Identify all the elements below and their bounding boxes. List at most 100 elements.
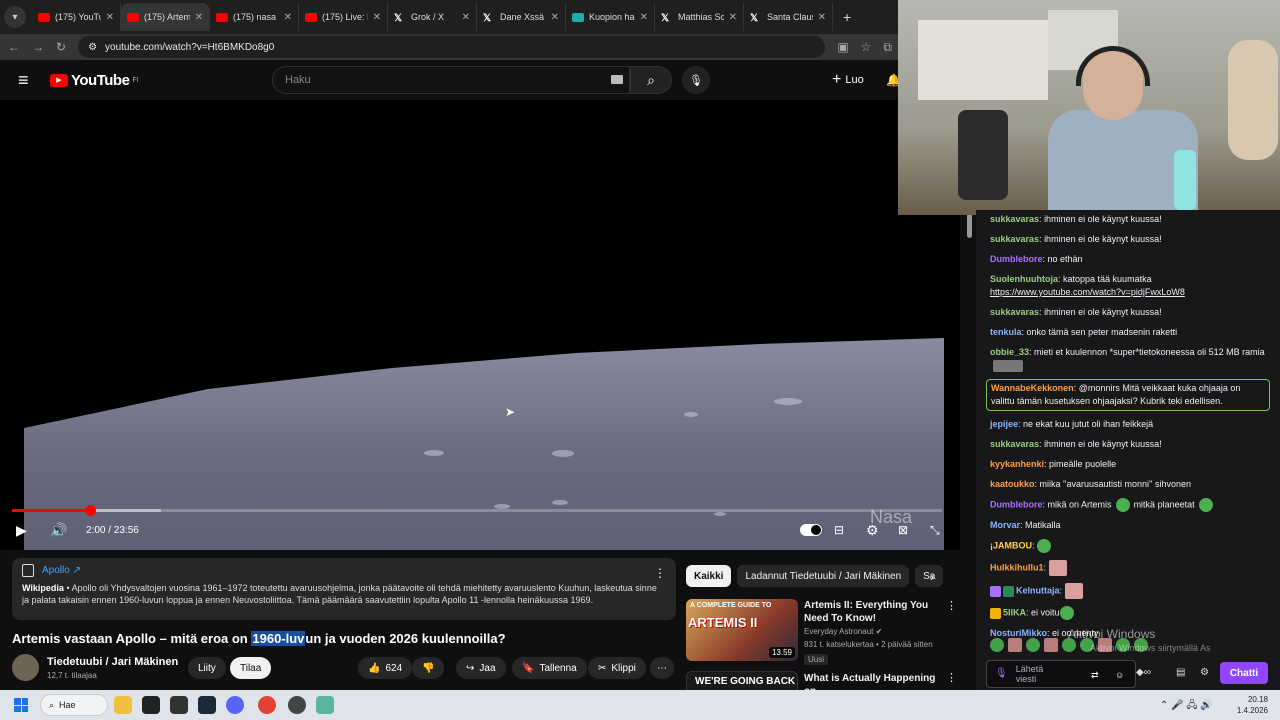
- chat-username[interactable]: Suolenhuuhtoja: [990, 274, 1058, 284]
- site-info-icon[interactable]: ⚙: [88, 42, 97, 53]
- join-button[interactable]: Liity: [188, 657, 226, 679]
- chat-username[interactable]: sukkavaras: [990, 439, 1039, 449]
- more-vert-icon[interactable]: ⋮: [654, 566, 666, 580]
- chat-username[interactable]: sukkavaras: [990, 307, 1039, 317]
- info-title-link[interactable]: Apollo ↗: [42, 565, 81, 576]
- extensions-icon[interactable]: ⧉: [883, 40, 892, 55]
- windows-start-icon[interactable]: [14, 698, 28, 712]
- browser-tab[interactable]: (175) Live: I ✕: [299, 3, 388, 31]
- browser-tab[interactable]: Kuopion ha ✕: [566, 3, 655, 31]
- chat-username[interactable]: obbie_33: [990, 347, 1029, 357]
- tab-search-button[interactable]: ▾: [4, 6, 26, 28]
- close-icon[interactable]: ✕: [195, 12, 203, 23]
- recommendation-item[interactable]: WE'RE GOING BACK What is Actually Happen…: [686, 671, 956, 690]
- like-button[interactable]: 👍 624: [358, 657, 413, 679]
- more-vert-icon[interactable]: ⋮: [946, 671, 956, 684]
- close-icon[interactable]: ✕: [106, 12, 114, 23]
- cast-icon[interactable]: ▣: [837, 40, 848, 54]
- chat-link[interactable]: https://www.youtube.com/watch?v=pidjFwxL…: [990, 287, 1185, 297]
- youtube-logo[interactable]: ▶ YouTube FI: [50, 72, 139, 89]
- chat-username[interactable]: kaatoukko: [990, 479, 1035, 489]
- filter-chip[interactable]: Ladannut Tiedetuubi / Jari Mäkinen: [737, 565, 910, 587]
- chat-username[interactable]: Dumblebore: [990, 499, 1043, 509]
- chat-username[interactable]: 5IIKA: [1003, 607, 1026, 617]
- create-button[interactable]: + Luo: [832, 71, 864, 89]
- chat-username[interactable]: Dumblebore: [990, 254, 1043, 264]
- browser-tab[interactable]: (175) Artem ✕: [121, 3, 210, 31]
- close-icon[interactable]: ✕: [729, 12, 737, 23]
- back-icon[interactable]: ←: [8, 40, 20, 54]
- chat-username[interactable]: Hulkkihullu1: [990, 562, 1044, 572]
- browser-tab[interactable]: (175) YouTu ✕: [32, 3, 121, 31]
- recommendation-item[interactable]: A COMPLETE GUIDE TO ARTEMIS II 13.59 Art…: [686, 599, 957, 667]
- chat-username[interactable]: Morvar: [990, 520, 1020, 530]
- chrome-icon[interactable]: [258, 696, 276, 714]
- system-tray-icons[interactable]: ⌃ 🎤 🖧 🔊: [1160, 698, 1213, 715]
- close-icon[interactable]: ✕: [551, 12, 559, 23]
- store-icon[interactable]: ▤: [1176, 667, 1185, 678]
- close-icon[interactable]: ✕: [818, 12, 826, 23]
- app-icon[interactable]: [316, 696, 334, 714]
- filter-chip[interactable]: Kaikki: [686, 565, 732, 587]
- translate-icon[interactable]: ⇄: [1091, 670, 1099, 680]
- search-button[interactable]: ⌕: [630, 66, 672, 94]
- bookmark-star-icon[interactable]: ☆: [861, 40, 872, 54]
- autoplay-toggle[interactable]: [800, 524, 822, 536]
- share-button[interactable]: ↪ Jaa: [456, 657, 506, 679]
- url-field[interactable]: ⚙ youtube.com/watch?v=Ht6BMKDo8g0: [78, 36, 826, 58]
- browser-tab[interactable]: 𝕏 Matthias Sc ✕: [655, 3, 744, 31]
- mic-icon[interactable]: 🎙: [995, 669, 1008, 679]
- chat-input[interactable]: 🎙 Lähetä viesti ⇄ ☺: [986, 660, 1136, 688]
- chevron-right-icon[interactable]: ›: [930, 570, 934, 584]
- more-vert-icon[interactable]: ⋮: [946, 599, 957, 612]
- seek-bar[interactable]: [12, 505, 942, 516]
- emote-picker-icon[interactable]: ☺: [1115, 670, 1124, 680]
- chat-username[interactable]: ¡JAMBOU: [990, 540, 1032, 550]
- chat-settings-icon[interactable]: ⚙: [1200, 667, 1209, 678]
- settings-gear-icon[interactable]: ⚙: [866, 522, 879, 539]
- video-thumbnail[interactable]: A COMPLETE GUIDE TO ARTEMIS II 13.59: [686, 599, 798, 661]
- chat-username[interactable]: WannabeKekkonen: [991, 383, 1074, 393]
- chat-username[interactable]: Kelnuttaja: [1016, 585, 1060, 595]
- app-x-icon[interactable]: [142, 696, 160, 714]
- reload-icon[interactable]: ↻: [56, 40, 66, 54]
- clip-button[interactable]: ✂ Klippi: [588, 657, 646, 679]
- obs-icon[interactable]: [288, 696, 306, 714]
- save-button[interactable]: 🔖 Tallenna: [512, 657, 587, 679]
- browser-tab[interactable]: 𝕏 Dane Xssä ✕: [477, 3, 566, 31]
- subscribe-button[interactable]: Tilaa: [230, 657, 272, 679]
- browser-tab[interactable]: 𝕏 Santa Claus ✕: [744, 3, 833, 31]
- fullscreen-icon[interactable]: ⤡: [930, 523, 940, 538]
- forward-icon[interactable]: →: [32, 40, 44, 54]
- bits-icon[interactable]: ◆∞: [1136, 667, 1151, 678]
- taskbar-search[interactable]: ⌕ Hae: [40, 694, 108, 716]
- chat-send-button[interactable]: Chatti: [1220, 662, 1268, 684]
- close-icon[interactable]: ✕: [373, 12, 381, 23]
- menu-icon[interactable]: ≡: [18, 70, 48, 91]
- more-actions-button[interactable]: ⋯: [650, 657, 674, 679]
- video-player[interactable]: Nasa ➤ ▶ 🔊 2:00 / 23:56 ⊟ ⚙ ⊠ ⤡: [0, 100, 960, 550]
- chat-username[interactable]: NosturiMikko: [990, 628, 1047, 638]
- app-n-icon[interactable]: [170, 696, 188, 714]
- chat-username[interactable]: kyykanhenki: [990, 459, 1044, 469]
- browser-tab[interactable]: (175) nasa l ✕: [210, 3, 299, 31]
- video-thumbnail[interactable]: WE'RE GOING BACK: [686, 671, 798, 690]
- channel-avatar[interactable]: [12, 654, 39, 681]
- chat-scrollbar[interactable]: [967, 212, 972, 238]
- close-icon[interactable]: ✕: [640, 12, 648, 23]
- clock[interactable]: 20.18 1.4.2026: [1226, 694, 1268, 716]
- discord-icon[interactable]: [226, 696, 244, 714]
- steam-icon[interactable]: [198, 696, 216, 714]
- file-explorer-icon[interactable]: [114, 696, 132, 714]
- subtitles-icon[interactable]: ⊟: [834, 523, 844, 537]
- new-tab-button[interactable]: +: [843, 9, 851, 25]
- volume-icon[interactable]: 🔊: [50, 522, 67, 539]
- voice-search-button[interactable]: 🎙: [682, 66, 710, 94]
- chat-username[interactable]: sukkavaras: [990, 214, 1039, 224]
- chat-username[interactable]: tenkula: [990, 327, 1022, 337]
- keyboard-icon[interactable]: [611, 75, 623, 84]
- close-icon[interactable]: ✕: [462, 12, 470, 23]
- recommendation-title[interactable]: Artemis II: Everything You Need To Know!: [804, 599, 944, 625]
- close-icon[interactable]: ✕: [284, 12, 292, 23]
- search-input[interactable]: Haku: [272, 66, 630, 94]
